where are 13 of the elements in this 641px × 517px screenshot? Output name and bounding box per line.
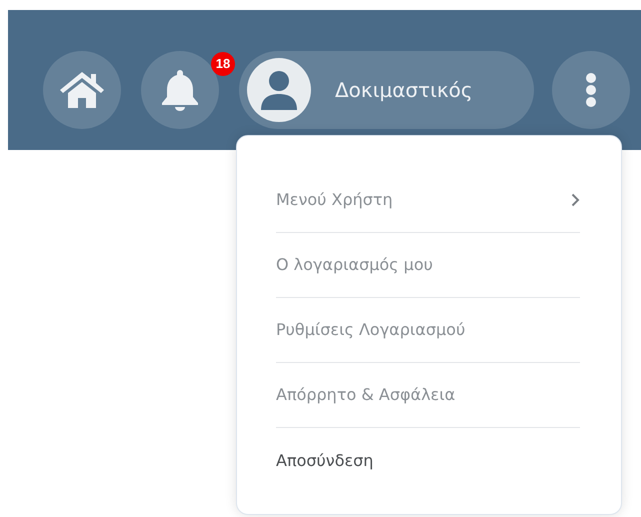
chevron-right-icon (571, 193, 580, 207)
avatar-icon (247, 58, 311, 122)
more-icon (585, 72, 597, 108)
menu-item[interactable]: Μενού Χρήστη (276, 188, 393, 212)
menu-item[interactable]: Ρυθμίσεις Λογαριασμού (276, 318, 466, 342)
menu-item[interactable]: Ο λογαριασμός μου (276, 253, 433, 277)
bell-icon (161, 69, 199, 111)
home-icon (58, 70, 106, 110)
menu-item[interactable]: Απόρρητο & Ασφάλεια (276, 383, 456, 407)
logout-item[interactable]: Αποσύνδεση (276, 448, 374, 472)
notification-badge: 18 (211, 52, 235, 76)
user-button[interactable]: Δοκιμαστικός (239, 51, 534, 129)
user-name: Δοκιμαστικός (335, 77, 473, 104)
